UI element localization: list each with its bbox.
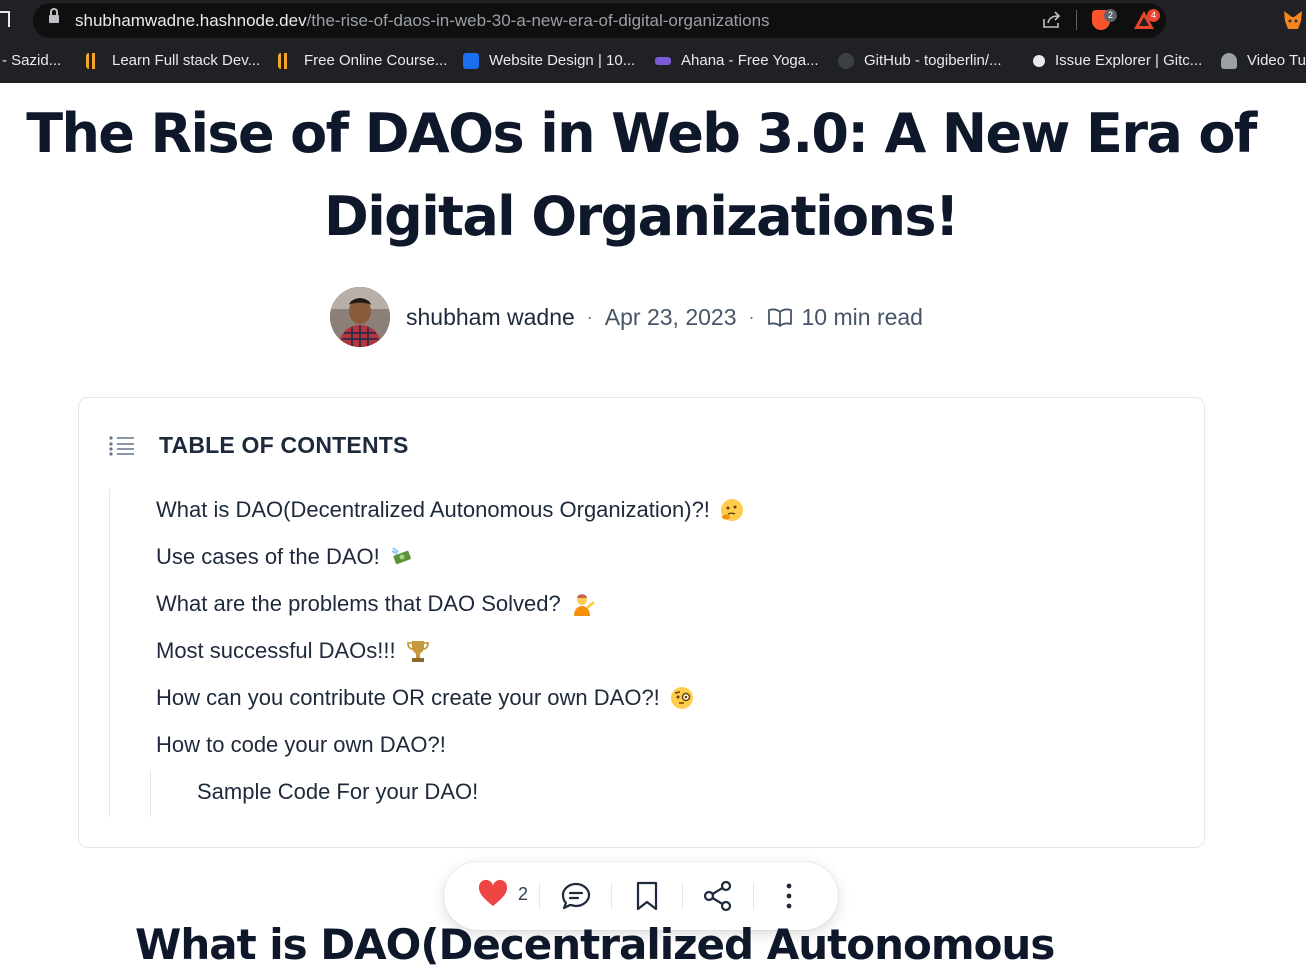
bookmark-icon[interactable] bbox=[0, 11, 10, 27]
toc-link-label: How can you contribute OR create your ow… bbox=[156, 685, 660, 710]
toolbar-separator bbox=[1076, 10, 1077, 30]
bookmark-item[interactable]: GitHub - togiberlin/... bbox=[838, 52, 1002, 69]
toc-link[interactable]: Most successful DAOs!!! bbox=[156, 638, 430, 664]
toc-link[interactable]: What is DAO(Decentralized Autonomous Org… bbox=[156, 497, 744, 523]
bookmarks-bar: - Sazid... Learn Full stack Dev... Free … bbox=[0, 42, 1306, 80]
avatar-image bbox=[330, 287, 390, 347]
toc-link[interactable]: Use cases of the DAO! bbox=[156, 544, 414, 570]
brave-shields-badge: 2 bbox=[1104, 9, 1117, 22]
author-meta-row: shubham wadne · Apr 23, 2023 · 10 min re… bbox=[330, 286, 923, 348]
toc-sub-divider bbox=[150, 770, 151, 817]
toc-link-label: What is DAO(Decentralized Autonomous Org… bbox=[156, 497, 710, 522]
bookmark-label: GitHub - togiberlin/... bbox=[864, 52, 1002, 69]
bookmark-item[interactable]: Free Online Course... bbox=[278, 52, 447, 69]
bookmark-icon bbox=[278, 52, 294, 69]
comment-icon[interactable] bbox=[560, 880, 592, 912]
bookmark-item[interactable]: Video Tu bbox=[1221, 52, 1306, 69]
toc-sub-link[interactable]: Sample Code For your DAO! bbox=[197, 779, 478, 805]
address-row: shubhamwadne.hashnode.dev/the-rise-of-da… bbox=[0, 0, 1306, 42]
toc-link[interactable]: How to code your own DAO?! bbox=[156, 732, 446, 758]
share-icon[interactable] bbox=[1042, 11, 1062, 29]
heart-icon[interactable] bbox=[477, 878, 509, 910]
publish-date: Apr 23, 2023 bbox=[604, 303, 737, 330]
toc-link-label: Use cases of the DAO! bbox=[156, 544, 380, 569]
face-with-monocle-icon bbox=[670, 687, 693, 709]
bookmark-label: Ahana - Free Yoga... bbox=[681, 52, 819, 69]
toc-link[interactable]: How can you contribute OR create your ow… bbox=[156, 685, 694, 711]
bookmark-icon bbox=[1033, 54, 1045, 67]
bookmark-label: Issue Explorer | Gitc... bbox=[1055, 52, 1203, 69]
bookmark-item[interactable]: Issue Explorer | Gitc... bbox=[1033, 52, 1202, 69]
article-title-line: The Rise of DAOs in Web 3.0: A New Era o… bbox=[26, 102, 1257, 165]
article-title: The Rise of DAOs in Web 3.0: A New Era o… bbox=[0, 92, 1282, 258]
share-icon[interactable] bbox=[702, 880, 734, 912]
bookmark-icon bbox=[86, 52, 102, 69]
money-with-wings-icon bbox=[391, 547, 411, 565]
read-time: 10 min read bbox=[801, 303, 923, 330]
metamask-fox-icon[interactable] bbox=[1282, 9, 1304, 31]
bookmark-item[interactable]: - Sazid... bbox=[2, 52, 61, 69]
bookmark-item[interactable]: Website Design | 10... bbox=[463, 52, 635, 69]
brave-rewards-badge: 4 bbox=[1147, 9, 1160, 22]
person-tipping-hand-icon bbox=[573, 594, 595, 616]
action-separator bbox=[753, 882, 754, 910]
url-domain: shubhamwadne.hashnode.dev bbox=[75, 11, 307, 30]
section-heading: What is DAO(Decentralized Autonomous bbox=[135, 920, 1055, 969]
open-book-icon bbox=[767, 308, 792, 327]
like-count[interactable]: 2 bbox=[518, 884, 528, 905]
url-path: /the-rise-of-daos-in-web-30-a-new-era-of… bbox=[306, 11, 770, 30]
github-icon bbox=[838, 52, 854, 69]
trophy-icon bbox=[406, 641, 429, 662]
bookmark-icon[interactable] bbox=[631, 880, 663, 912]
bookmark-label: Website Design | 10... bbox=[489, 52, 636, 69]
browser-chrome: shubhamwadne.hashnode.dev/the-rise-of-da… bbox=[0, 0, 1306, 83]
article-title-line: Digital Organizations! bbox=[324, 185, 960, 248]
bookmark-label: Learn Full stack Dev... bbox=[112, 52, 261, 69]
action-separator bbox=[682, 882, 683, 910]
toc-link-label: Sample Code For your DAO! bbox=[197, 779, 479, 804]
action-separator bbox=[539, 882, 540, 910]
list-icon bbox=[109, 436, 134, 456]
toc-link[interactable]: What are the problems that DAO Solved? bbox=[156, 591, 595, 617]
toc-link-label: What are the problems that DAO Solved? bbox=[156, 591, 561, 616]
thinking-face-icon bbox=[720, 499, 743, 521]
author-name[interactable]: shubham wadne bbox=[406, 304, 575, 331]
bookmark-label: Video Tu bbox=[1247, 52, 1306, 69]
author-avatar[interactable] bbox=[330, 287, 390, 347]
toc-link-label: How to code your own DAO?! bbox=[156, 732, 446, 757]
toc-heading: TABLE OF CONTENTS bbox=[159, 432, 409, 458]
toc-link-label: Most successful DAOs!!! bbox=[156, 638, 396, 663]
meta-separator: · bbox=[586, 306, 593, 327]
bookmark-item[interactable]: Ahana - Free Yoga... bbox=[655, 52, 819, 69]
bookmark-icon bbox=[655, 56, 671, 65]
lock-icon[interactable] bbox=[49, 8, 59, 25]
meta-separator: · bbox=[748, 306, 755, 327]
bookmark-label: - Sazid... bbox=[2, 52, 62, 69]
bookmark-icon bbox=[1221, 52, 1237, 69]
url-text[interactable]: shubhamwadne.hashnode.dev/the-rise-of-da… bbox=[75, 11, 770, 31]
toc-divider bbox=[109, 489, 110, 817]
bookmark-item[interactable]: Learn Full stack Dev... bbox=[86, 52, 260, 69]
bookmark-icon bbox=[463, 52, 479, 69]
bookmark-label: Free Online Course... bbox=[304, 52, 448, 69]
action-separator bbox=[611, 882, 612, 910]
more-options-icon[interactable] bbox=[773, 880, 805, 912]
